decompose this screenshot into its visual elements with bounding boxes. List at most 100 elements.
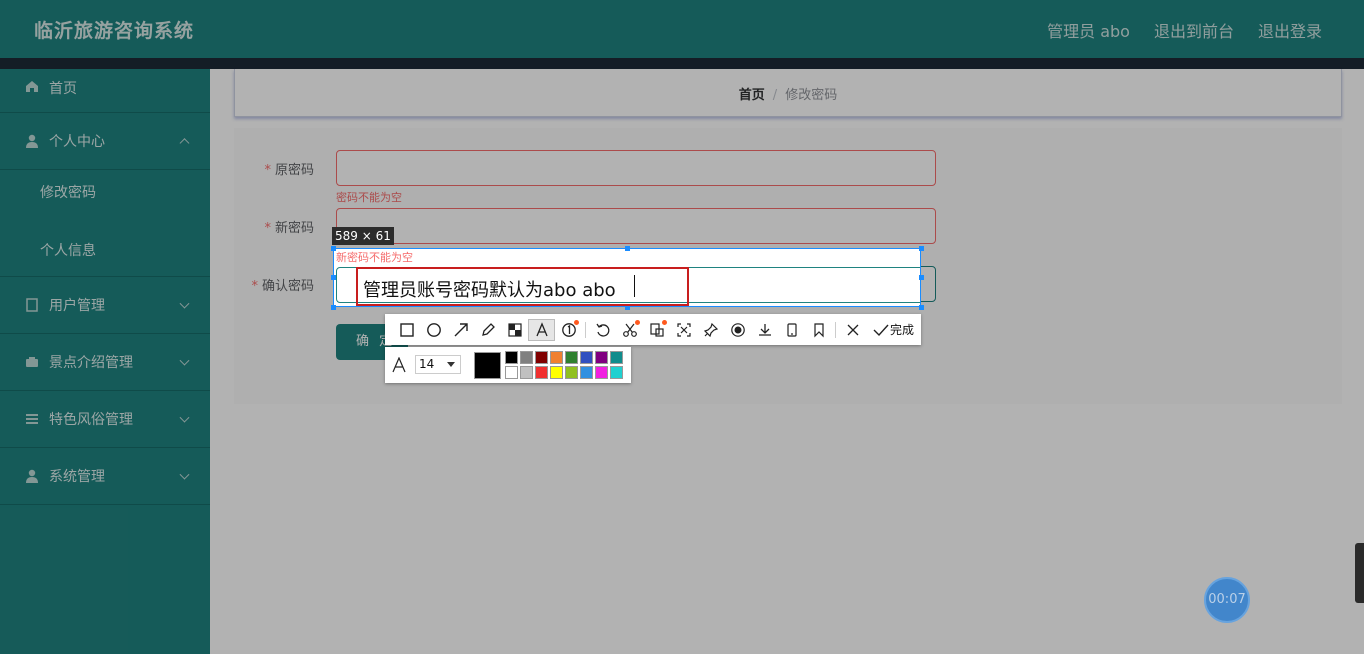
sidebar-item-scenic-management[interactable]: 景点介绍管理: [0, 334, 210, 391]
record-icon: [730, 322, 745, 337]
chevron-down-icon: [179, 298, 190, 309]
resize-handle[interactable]: [919, 246, 924, 251]
new-password-input[interactable]: [336, 208, 936, 244]
current-color-swatch[interactable]: [474, 352, 501, 379]
color-swatch[interactable]: [580, 366, 593, 379]
cancel-button[interactable]: [839, 319, 866, 341]
sidebar-item-system-management[interactable]: 系统管理: [0, 448, 210, 505]
sidebar-item-personal-info[interactable]: 个人信息: [0, 226, 210, 276]
sidebar-item-label: 特色风俗管理: [49, 412, 133, 428]
pin-button[interactable]: [697, 319, 724, 341]
sidebar-item-change-password[interactable]: 修改密码: [0, 170, 210, 226]
personal-center-submenu: 修改密码 个人信息: [0, 170, 210, 277]
color-swatch[interactable]: [535, 351, 548, 364]
chevron-down-icon: [179, 469, 190, 480]
resize-handle[interactable]: [331, 246, 336, 251]
close-icon: [847, 324, 858, 335]
resize-handle[interactable]: [331, 275, 336, 280]
circle-icon: [426, 322, 441, 337]
color-swatch[interactable]: [580, 351, 593, 364]
text-annotation-box[interactable]: 管理员账号密码默认为abo abo: [356, 267, 689, 306]
old-password-label: * 原密码: [264, 163, 314, 178]
list-icon: [26, 414, 38, 424]
send-to-phone-button[interactable]: [778, 319, 805, 341]
document-icon: [26, 298, 38, 312]
logout-link[interactable]: 退出登录: [1258, 18, 1322, 42]
admin-user-link[interactable]: 管理员 abo: [1047, 18, 1130, 42]
color-swatch[interactable]: [550, 366, 563, 379]
color-swatch[interactable]: [520, 366, 533, 379]
color-swatch[interactable]: [505, 351, 518, 364]
sidebar-item-label: 系统管理: [49, 469, 105, 485]
font-size-select[interactable]: 14: [415, 355, 461, 374]
old-password-input[interactable]: [336, 150, 936, 186]
color-swatch[interactable]: [535, 366, 548, 379]
confirm-password-label: * 确认密码: [251, 279, 314, 294]
sidebar-item-user-management[interactable]: 用户管理: [0, 277, 210, 334]
font-icon: [392, 357, 406, 373]
record-button[interactable]: [724, 319, 751, 341]
sidebar-item-home[interactable]: 首页: [0, 69, 210, 113]
mosaic-icon: [507, 322, 522, 337]
pencil-icon: [481, 322, 495, 336]
recording-timer[interactable]: 00:07: [1204, 577, 1250, 623]
color-swatch[interactable]: [610, 366, 623, 379]
home-icon: [26, 81, 38, 92]
rectangle-icon: [399, 322, 414, 337]
mosaic-tool-button[interactable]: [501, 319, 528, 341]
rectangle-tool-button[interactable]: [393, 319, 420, 341]
header-divider: [0, 58, 1364, 69]
arrow-icon: [454, 322, 468, 336]
capture-toolbar: 完成: [385, 314, 921, 345]
ocr-button[interactable]: [643, 319, 670, 341]
breadcrumb-separator: /: [772, 88, 778, 103]
pin-icon: [703, 322, 718, 337]
sidebar: 首页 个人中心 修改密码 个人信息 用户管理 景点介绍管理 特色风俗管理 系统管…: [0, 69, 210, 654]
save-button[interactable]: [751, 319, 778, 341]
chevron-down-icon: [179, 412, 190, 423]
color-palette: [505, 351, 625, 379]
resize-handle[interactable]: [625, 246, 630, 251]
resize-handle[interactable]: [331, 305, 336, 310]
main-content: 首页 / 修改密码 * 原密码 密码不能为空 * 新密码 * 确认密码 确 定: [210, 69, 1364, 654]
text-tool-button[interactable]: [528, 318, 555, 341]
breadcrumb: 首页 / 修改密码: [235, 84, 1341, 103]
new-password-label: * 新密码: [264, 221, 314, 236]
text-annotation[interactable]: 管理员账号密码默认为abo abo: [363, 276, 616, 302]
resize-handle[interactable]: [919, 275, 924, 280]
resize-handle[interactable]: [919, 305, 924, 310]
sidebar-item-personal-center[interactable]: 个人中心: [0, 113, 210, 170]
selection-size-label: 589 × 61: [332, 227, 394, 245]
color-swatch[interactable]: [595, 366, 608, 379]
done-button[interactable]: 完成: [872, 321, 914, 338]
arrow-tool-button[interactable]: [447, 319, 474, 341]
breadcrumb-bar: 首页 / 修改密码: [234, 69, 1342, 117]
header-links: 管理员 abo 退出到前台 退出登录: [1047, 18, 1322, 42]
bookmark-button[interactable]: [805, 319, 832, 341]
camera-icon: [26, 357, 38, 367]
color-swatch[interactable]: [505, 366, 518, 379]
ellipse-tool-button[interactable]: [420, 319, 447, 341]
number-tool-button[interactable]: [555, 319, 582, 341]
sidebar-item-label: 用户管理: [49, 298, 105, 314]
color-swatch[interactable]: [565, 366, 578, 379]
text-icon: [535, 321, 548, 336]
check-icon: [873, 324, 889, 336]
undo-button[interactable]: [589, 319, 616, 341]
side-widget[interactable]: [1355, 543, 1364, 603]
sidebar-item-label: 景点介绍管理: [49, 355, 133, 371]
undo-icon: [595, 323, 609, 337]
breadcrumb-home[interactable]: 首页: [739, 88, 765, 103]
color-swatch[interactable]: [565, 351, 578, 364]
color-swatch[interactable]: [520, 351, 533, 364]
chevron-down-icon: [447, 362, 455, 367]
scroll-capture-button[interactable]: [670, 319, 697, 341]
color-swatch[interactable]: [610, 351, 623, 364]
color-swatch[interactable]: [550, 351, 563, 364]
sidebar-item-custom-management[interactable]: 特色风俗管理: [0, 391, 210, 448]
exit-to-frontend-link[interactable]: 退出到前台: [1154, 18, 1234, 42]
pen-tool-button[interactable]: [474, 319, 501, 341]
scroll-capture-icon: [676, 322, 691, 337]
color-swatch[interactable]: [595, 351, 608, 364]
cut-button[interactable]: [616, 319, 643, 341]
